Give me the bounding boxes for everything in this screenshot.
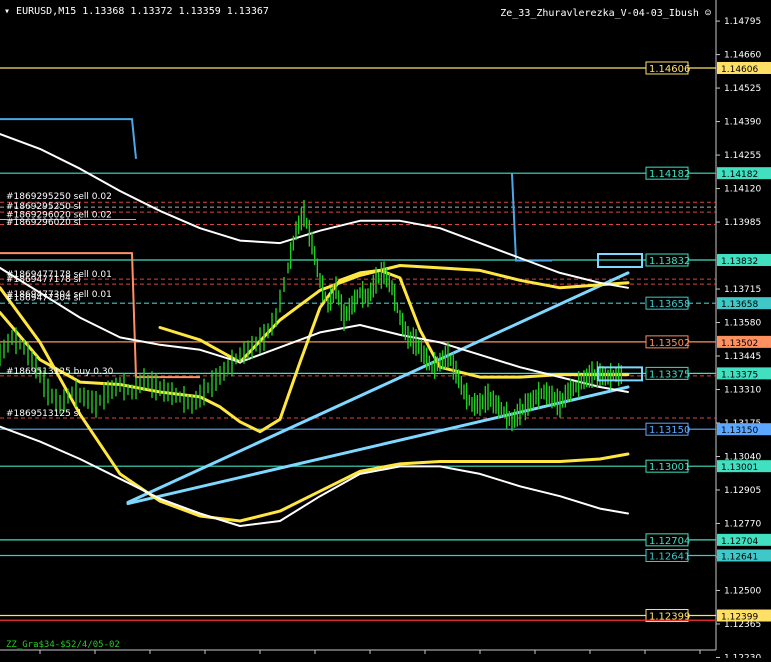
order-label: #1869477304 sl [6, 294, 81, 304]
trend-line [126, 385, 630, 506]
y-tick-label: 1.13310 [724, 386, 761, 396]
step-line [0, 118, 137, 159]
y-tick-label: 1.12500 [724, 586, 761, 596]
y-tick-label: 1.14255 [724, 151, 761, 161]
axis-price-tag-label: 1.12704 [721, 537, 758, 547]
axis-price-tag-label: 1.13502 [721, 339, 758, 349]
y-tick-label: 1.12905 [724, 486, 761, 496]
price-level-label: 1.13658 [649, 299, 690, 310]
y-tick-label: 1.13985 [724, 218, 761, 228]
axis-price-tag-label: 1.13658 [721, 300, 758, 310]
price-level-label: 1.14606 [649, 64, 690, 75]
y-tick-label: 1.14795 [724, 17, 761, 27]
axis-price-tag-label: 1.14182 [721, 170, 758, 180]
price-level-label: 1.13375 [649, 369, 690, 380]
order-label: #1869295250 sell 0.02 [6, 192, 112, 202]
axis-price-tag-label: 1.14606 [721, 65, 758, 75]
price-level-label: 1.13150 [649, 425, 690, 436]
axis-price-tag-label: 1.13150 [721, 426, 758, 436]
moving-average-line [158, 264, 630, 364]
order-label: #1869296020 sl [6, 218, 81, 228]
footer-indicator-label: ZZ_Gra$34-$52/4/05-02 [6, 640, 120, 650]
price-chart[interactable]: 1.14795 1.14660 1.14525 1.14390 1.14255 1.141… [0, 0, 771, 662]
order-label: #1869513125 sl [6, 409, 81, 419]
smiley-icon: ☺ [704, 8, 711, 19]
chart-canvas[interactable]: 1.14795 1.14660 1.14525 1.14390 1.14255 1.141… [0, 0, 771, 662]
y-tick-label: 1.13715 [724, 285, 761, 295]
step-line [511, 173, 552, 262]
expert-name-label: Ze_33_Zhuravlerezka_V-04-03_Ibush ☺ [500, 8, 711, 19]
y-tick-label: 1.14660 [724, 51, 761, 61]
price-level-label: 1.13832 [649, 256, 690, 267]
y-tick-label: 1.13580 [724, 319, 761, 329]
moving-average-line [0, 425, 629, 527]
price-level-label: 1.13502 [649, 338, 690, 349]
axis-price-tag-label: 1.13375 [721, 370, 758, 380]
order-label: #1869477178 sl [6, 275, 81, 285]
axis-price-tag-label: 1.13832 [721, 257, 758, 267]
y-tick-label: 1.14390 [724, 118, 761, 128]
y-tick-label: 1.12770 [724, 519, 761, 529]
y-tick-label: 1.12230 [724, 653, 761, 658]
order-label: #1869513125 buy 0.30 [6, 367, 114, 377]
y-tick-label: 1.14525 [724, 84, 761, 94]
price-level-label: 1.12704 [649, 536, 690, 547]
price-level-label: 1.14182 [649, 169, 690, 180]
y-tick-label: 1.14120 [724, 185, 761, 195]
price-level-label: 1.12641 [649, 551, 690, 562]
price-level-label: 1.12399 [649, 612, 690, 623]
price-level-label: 1.13001 [649, 462, 690, 473]
axis-price-tag-label: 1.12641 [721, 552, 758, 562]
axis-price-tag-label: 1.12399 [721, 613, 758, 623]
y-tick-label: 1.13445 [724, 352, 761, 362]
symbol-info-line: ▾ EURUSD,M15 1.13368 1.13372 1.13359 1.1… [4, 6, 269, 17]
axis-price-tag-label: 1.13001 [721, 463, 758, 473]
